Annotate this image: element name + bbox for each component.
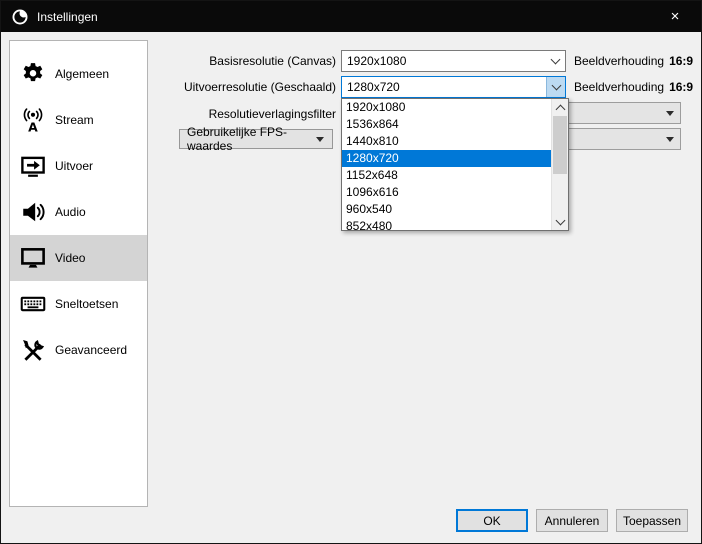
sidebar-item-label: Algemeen [55, 67, 110, 81]
dropdown-option[interactable]: 852x480 [342, 218, 551, 230]
dropdown-option[interactable]: 1152x648 [342, 167, 551, 184]
titlebar: Instellingen × [1, 1, 701, 32]
monitor-icon [19, 245, 46, 272]
gear-icon [19, 61, 46, 88]
output-resolution-combobox[interactable]: 1280x720 [341, 76, 566, 98]
obs-logo-icon [11, 8, 29, 26]
sidebar-item-label: Audio [55, 205, 86, 219]
sidebar-item-label: Geavanceerd [55, 343, 128, 357]
sidebar-item-geavanceerd[interactable]: Geavanceerd [10, 327, 147, 373]
base-resolution-label: Basisresolutie (Canvas) [209, 54, 336, 68]
ok-button[interactable]: OK [456, 509, 528, 532]
fps-type-label: Gebruikelijke FPS-waardes [187, 125, 288, 153]
base-resolution-value: 1920x1080 [347, 54, 407, 68]
sidebar-item-stream[interactable]: A Stream [10, 97, 147, 143]
dropdown-option[interactable]: 1536x864 [342, 116, 551, 133]
output-resolution-value: 1280x720 [347, 80, 400, 94]
svg-text:A: A [28, 119, 38, 133]
output-aspect-ratio: Beeldverhouding 16:9 [574, 79, 693, 95]
broadcast-icon: A [19, 107, 46, 134]
dropdown-scrollbar[interactable] [551, 99, 568, 230]
scroll-down-icon[interactable] [552, 213, 568, 230]
base-aspect-ratio: Beeldverhouding 16:9 [574, 53, 693, 69]
close-button[interactable]: × [659, 1, 691, 32]
sidebar-item-label: Stream [55, 113, 94, 127]
dropdown-option[interactable]: 1280x720 [342, 150, 551, 167]
dropdown-arrow-icon [660, 103, 680, 123]
aspect-label: Beeldverhouding [574, 80, 665, 94]
chevron-down-icon [546, 51, 565, 71]
aspect-value: 16:9 [669, 80, 694, 94]
downscale-filter-label: Resolutieverlagingsfilter [208, 107, 336, 121]
base-resolution-combobox[interactable]: 1920x1080 [341, 50, 566, 72]
dropdown-option[interactable]: 1096x616 [342, 184, 551, 201]
sidebar: Algemeen A Stream Uitvoer Audio Video Sn… [9, 40, 148, 507]
dropdown-option[interactable]: 1440x810 [342, 133, 551, 150]
sidebar-item-video[interactable]: Video [10, 235, 147, 281]
scrollbar-thumb[interactable] [553, 116, 567, 174]
dropdown-options: 1920x1080 1536x864 1440x810 1280x720 115… [342, 99, 551, 230]
dropdown-arrow-icon [310, 130, 330, 148]
window-title: Instellingen [37, 9, 98, 24]
sidebar-item-label: Video [55, 251, 86, 265]
output-arrow-icon [19, 153, 46, 180]
aspect-value: 16:9 [669, 54, 694, 68]
scroll-up-icon[interactable] [552, 99, 568, 116]
fps-type-dropdown-button[interactable]: Gebruikelijke FPS-waardes [179, 125, 333, 153]
tools-icon [19, 337, 46, 364]
sidebar-item-algemeen[interactable]: Algemeen [10, 51, 147, 97]
dropdown-arrow-icon [660, 129, 680, 149]
apply-button[interactable]: Toepassen [616, 509, 688, 532]
resolution-dropdown-list: 1920x1080 1536x864 1440x810 1280x720 115… [341, 98, 569, 231]
dropdown-option[interactable]: 1920x1080 [342, 99, 551, 116]
sidebar-item-audio[interactable]: Audio [10, 189, 147, 235]
sidebar-item-uitvoer[interactable]: Uitvoer [10, 143, 147, 189]
chevron-down-icon [546, 77, 565, 97]
speaker-icon [19, 199, 46, 226]
sidebar-item-label: Sneltoetsen [55, 297, 119, 311]
settings-body: Algemeen A Stream Uitvoer Audio Video Sn… [1, 32, 701, 543]
output-resolution-label: Uitvoerresolutie (Geschaald) [183, 80, 336, 94]
sidebar-item-label: Uitvoer [55, 159, 94, 173]
settings-window: Instellingen × Algemeen A Stream Uitvoer… [0, 0, 702, 544]
dropdown-option[interactable]: 960x540 [342, 201, 551, 218]
sidebar-item-sneltoetsen[interactable]: Sneltoetsen [10, 281, 147, 327]
keyboard-icon [19, 291, 46, 318]
aspect-label: Beeldverhouding [574, 54, 665, 68]
cancel-button[interactable]: Annuleren [536, 509, 608, 532]
